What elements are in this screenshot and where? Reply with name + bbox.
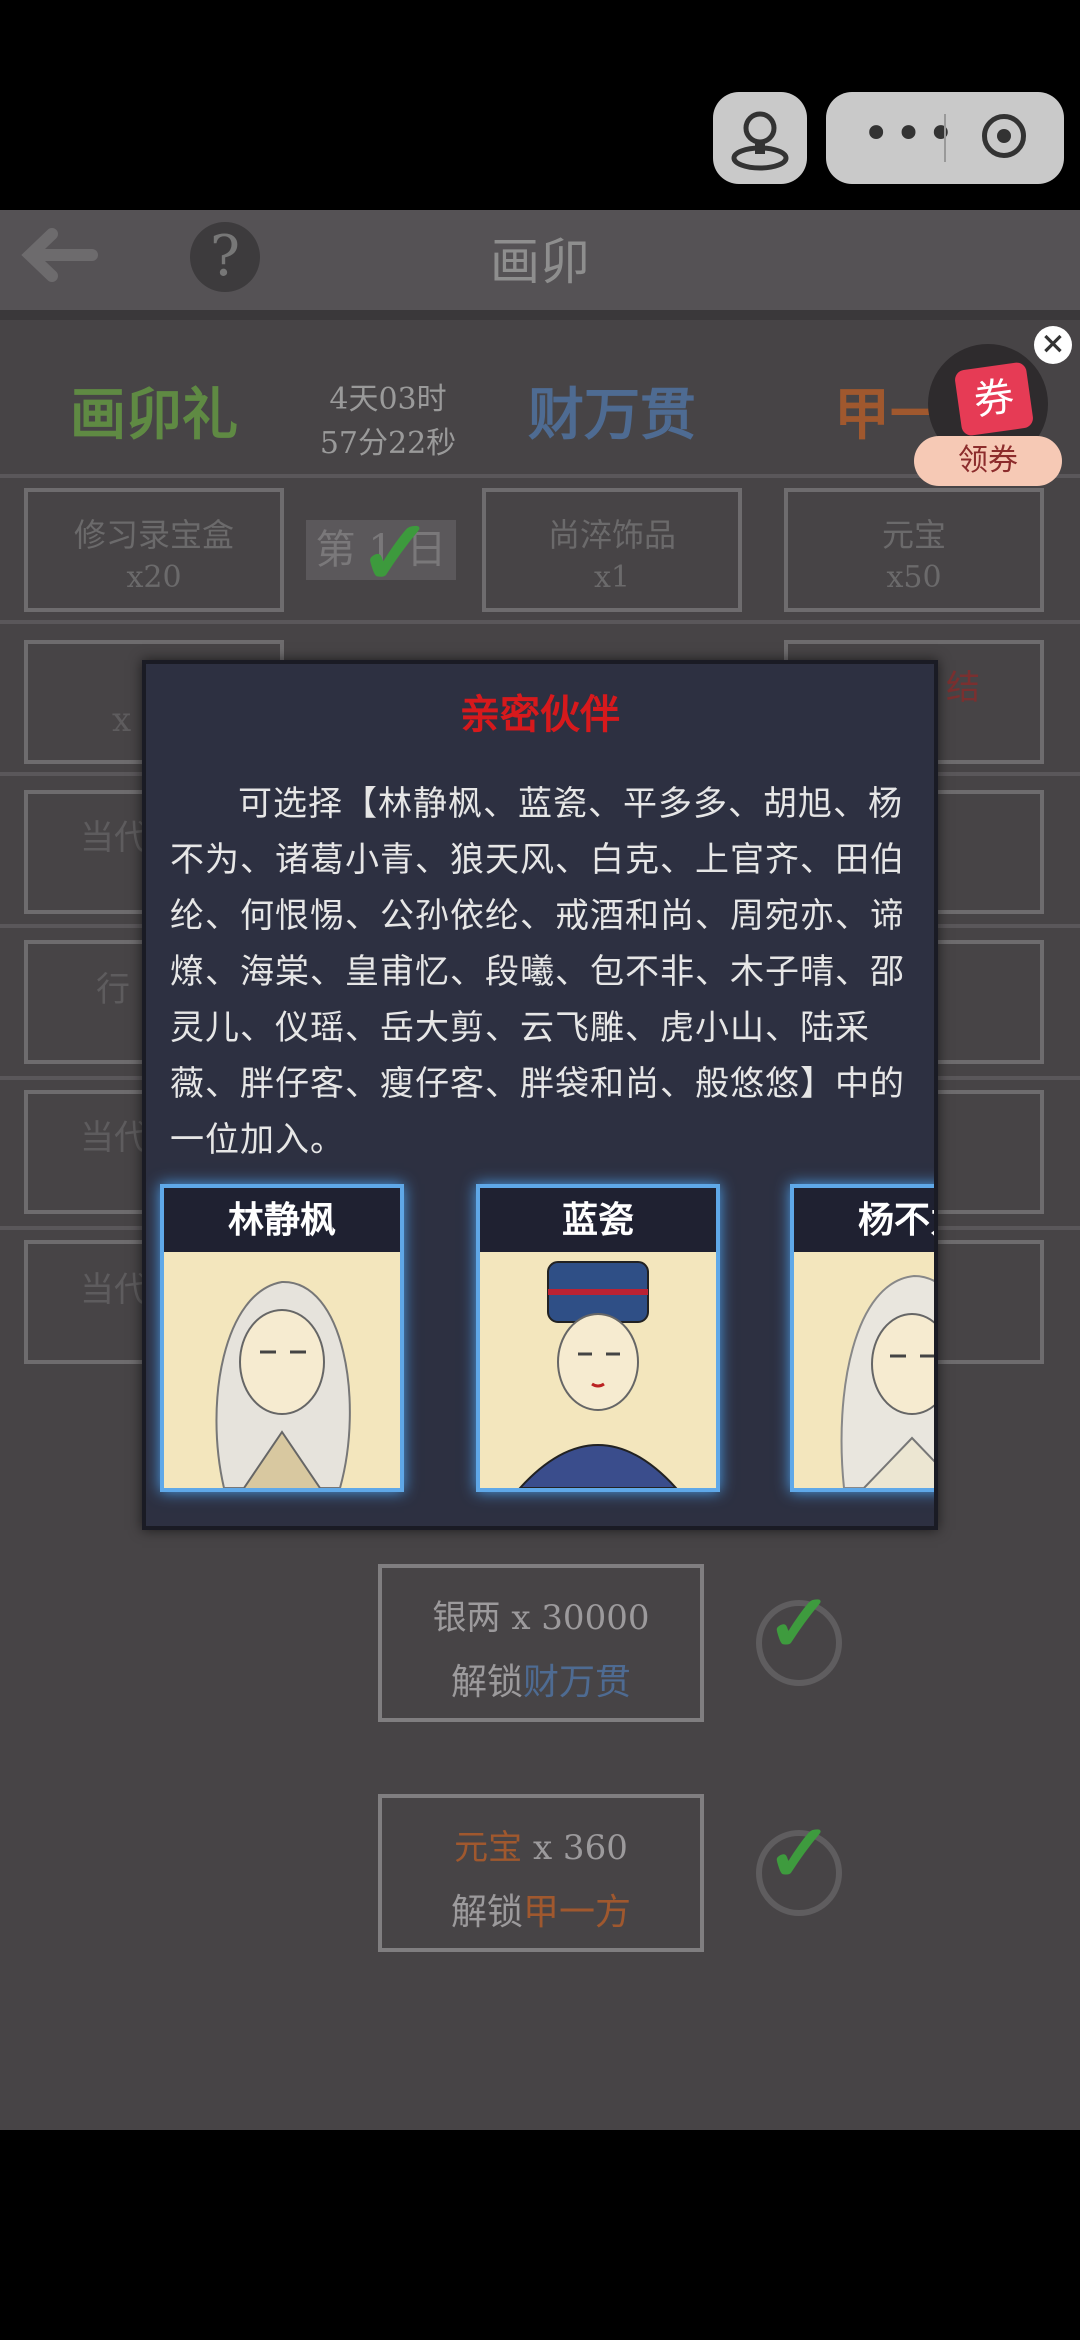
unlock-target: 甲一方 [523, 1892, 632, 1933]
claimed-check-icon: ✓ [756, 1806, 842, 1916]
timer-line-2: 57分22秒 [319, 426, 457, 461]
row-divider [0, 620, 1080, 624]
reward-name: 当代 [80, 1118, 148, 1158]
partner-portrait-icon [518, 1261, 678, 1488]
reward-name: 行 [96, 970, 130, 1010]
mini-program-capsule: ••• [826, 92, 1064, 184]
modal-title: 亲密伙伴 [460, 691, 620, 738]
partner-name: 林静枫 [164, 1188, 400, 1252]
tab-caiwanguan[interactable]: 财万贯 [528, 370, 696, 451]
reward-item[interactable]: 元宝 x50 [784, 488, 1044, 612]
coupon-widget[interactable]: 券 领券 [914, 344, 1062, 492]
unlock-cost: 银两 x 30000 [432, 1598, 650, 1638]
reward-name: 结 [946, 668, 980, 708]
close-icon[interactable]: × [1034, 326, 1072, 364]
reward-name: 当代 [80, 1270, 148, 1310]
unlock-prefix: 解锁 [450, 1662, 523, 1703]
modal-description: 可选择【林静枫、蓝瓷、平多多、胡旭、杨不为、诸葛小青、狼天风、白克、上官齐、田伯… [170, 784, 905, 1160]
tab-huamaoli[interactable]: 画卯礼 [70, 370, 238, 451]
partner-card[interactable]: 蓝瓷 [476, 1184, 720, 1492]
close-mini-program-icon[interactable] [982, 114, 1026, 158]
reward-qty: x50 [886, 560, 942, 595]
unlock-jiayi-card[interactable]: 元宝 x 360 解锁甲一方 [378, 1794, 704, 1952]
capsule-divider [944, 114, 946, 162]
reward-name: 尚淬饰品 [547, 516, 676, 554]
partner-card[interactable]: 林静枫 [160, 1184, 404, 1492]
check-icon: ✓ [358, 500, 434, 606]
unlock-prefix: 解锁 [450, 1892, 523, 1933]
system-bottom-area [0, 2130, 1080, 2340]
partner-modal: 亲密伙伴 可选择【林静枫、蓝瓷、平多多、胡旭、杨不为、诸葛小青、狼天风、白克、上… [142, 660, 938, 1530]
partner-card[interactable]: 杨不为 [790, 1184, 934, 1492]
reward-qty: x1 [593, 560, 630, 595]
unlock-label: 解锁甲一方 [382, 1883, 700, 1935]
partner-name: 杨不为 [794, 1188, 934, 1252]
joystick-button[interactable] [713, 92, 807, 184]
coupon-label: 领券 [914, 436, 1062, 486]
reward-name: 元宝 [881, 516, 946, 554]
page-title: 画卯 [490, 233, 590, 291]
unlock-target: 财万贯 [523, 1662, 632, 1703]
reward-item[interactable]: 修习录宝盒 x20 [24, 488, 284, 612]
joystick-icon [731, 111, 789, 171]
claimed-check-icon: ✓ [756, 1576, 842, 1686]
coupon-ticket-icon: 券 [953, 361, 1035, 437]
help-icon[interactable]: ? [190, 222, 260, 292]
reward-name: 当代 [80, 818, 148, 858]
timer-line-1: 4天03时 [329, 382, 447, 417]
unlock-cost-qty: x 360 [532, 1828, 628, 1868]
countdown-timer: 4天03时 57分22秒 [318, 378, 458, 466]
partner-name: 蓝瓷 [480, 1188, 716, 1252]
unlock-cost-label: 元宝 [454, 1828, 523, 1868]
unlock-caiwanguan-card[interactable]: 银两 x 30000 解锁财万贯 [378, 1564, 704, 1722]
reward-name: 修习录宝盒 [73, 516, 234, 554]
unlock-label: 解锁财万贯 [382, 1653, 700, 1705]
back-arrow-icon[interactable] [12, 220, 102, 290]
reward-item[interactable]: 尚淬饰品 x1 [482, 488, 742, 612]
reward-qty: x [112, 700, 132, 740]
partner-portrait-icon [215, 1280, 351, 1488]
reward-qty: x20 [126, 560, 182, 595]
unlock-cost: 元宝 x 360 [382, 1820, 700, 1869]
partner-portrait-icon [840, 1274, 934, 1488]
